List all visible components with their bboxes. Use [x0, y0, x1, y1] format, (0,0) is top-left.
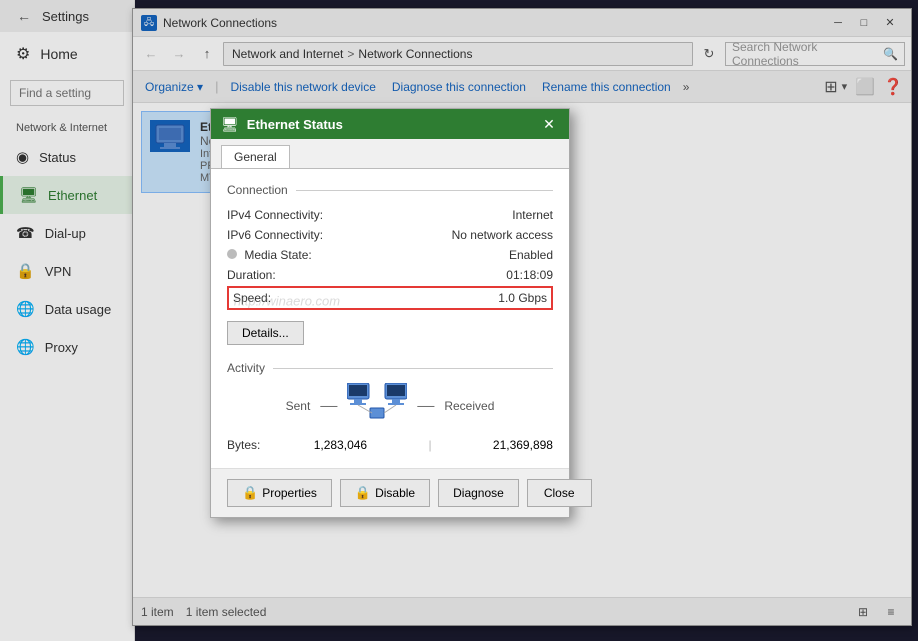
activity-section: Activity Sent ── — [227, 361, 553, 454]
received-label: Received — [444, 399, 494, 413]
details-btn-wrapper: Details... http://winaero.com — [227, 311, 553, 345]
bytes-label: Bytes: — [227, 438, 260, 452]
dialog-close-button[interactable]: ✕ — [539, 114, 559, 134]
network-computers-icon — [347, 383, 407, 428]
dialog-title-left: 🖥 Ethernet Status — [221, 116, 343, 133]
ipv6-label: IPv6 Connectivity: — [227, 228, 323, 242]
bytes-row: Bytes: 1,283,046 | 21,369,898 — [227, 436, 553, 454]
activity-icons: Sent ── — [227, 383, 553, 428]
dialog-tabs: General — [211, 139, 569, 169]
tab-general[interactable]: General — [221, 145, 290, 168]
connection-section-header: Connection — [227, 183, 553, 197]
disable-button[interactable]: 🔒 Disable — [340, 479, 430, 507]
media-state-row: Media State: Enabled — [227, 245, 553, 265]
properties-button[interactable]: 🔒 Properties — [227, 479, 332, 507]
disable-icon: 🔒 — [355, 485, 371, 501]
dialog-title-icon: 🖥 — [221, 116, 239, 133]
ipv6-row: IPv6 Connectivity: No network access — [227, 225, 553, 245]
duration-label: Duration: — [227, 268, 276, 282]
ipv4-label: IPv4 Connectivity: — [227, 208, 323, 222]
details-button[interactable]: Details... — [227, 321, 304, 345]
speed-label: Speed: — [233, 291, 271, 305]
bytes-received-value: 21,369,898 — [493, 438, 553, 452]
dialog-close-main-button[interactable]: Close — [527, 479, 592, 507]
bytes-sent-value: 1,283,046 — [314, 438, 367, 452]
duration-row: Duration: 01:18:09 — [227, 265, 553, 285]
speed-value: 1.0 Gbps — [498, 291, 547, 305]
media-state-label: Media State: — [227, 248, 312, 262]
dialog-body: Connection IPv4 Connectivity: Internet I… — [211, 169, 569, 468]
properties-icon: 🔒 — [242, 485, 258, 501]
dialog-title-bar: 🖥 Ethernet Status ✕ — [211, 109, 569, 139]
sent-label: Sent — [286, 399, 311, 413]
diagnose-button[interactable]: Diagnose — [438, 479, 519, 507]
arrow-left-icon: ── — [417, 399, 434, 413]
activity-section-header: Activity — [227, 361, 553, 375]
ipv6-value: No network access — [452, 228, 553, 242]
ethernet-status-dialog: 🖥 Ethernet Status ✕ General Connection I… — [210, 108, 570, 518]
ipv4-value: Internet — [512, 208, 553, 222]
arrow-right-icon: ── — [320, 399, 337, 413]
duration-value: 01:18:09 — [506, 268, 553, 282]
speed-row: Speed: 1.0 Gbps — [227, 286, 553, 310]
dialog-title-text: Ethernet Status — [247, 117, 343, 132]
media-state-value: Enabled — [509, 248, 553, 262]
dialog-footer: 🔒 Properties 🔒 Disable Diagnose Close — [211, 468, 569, 517]
ipv4-row: IPv4 Connectivity: Internet — [227, 205, 553, 225]
